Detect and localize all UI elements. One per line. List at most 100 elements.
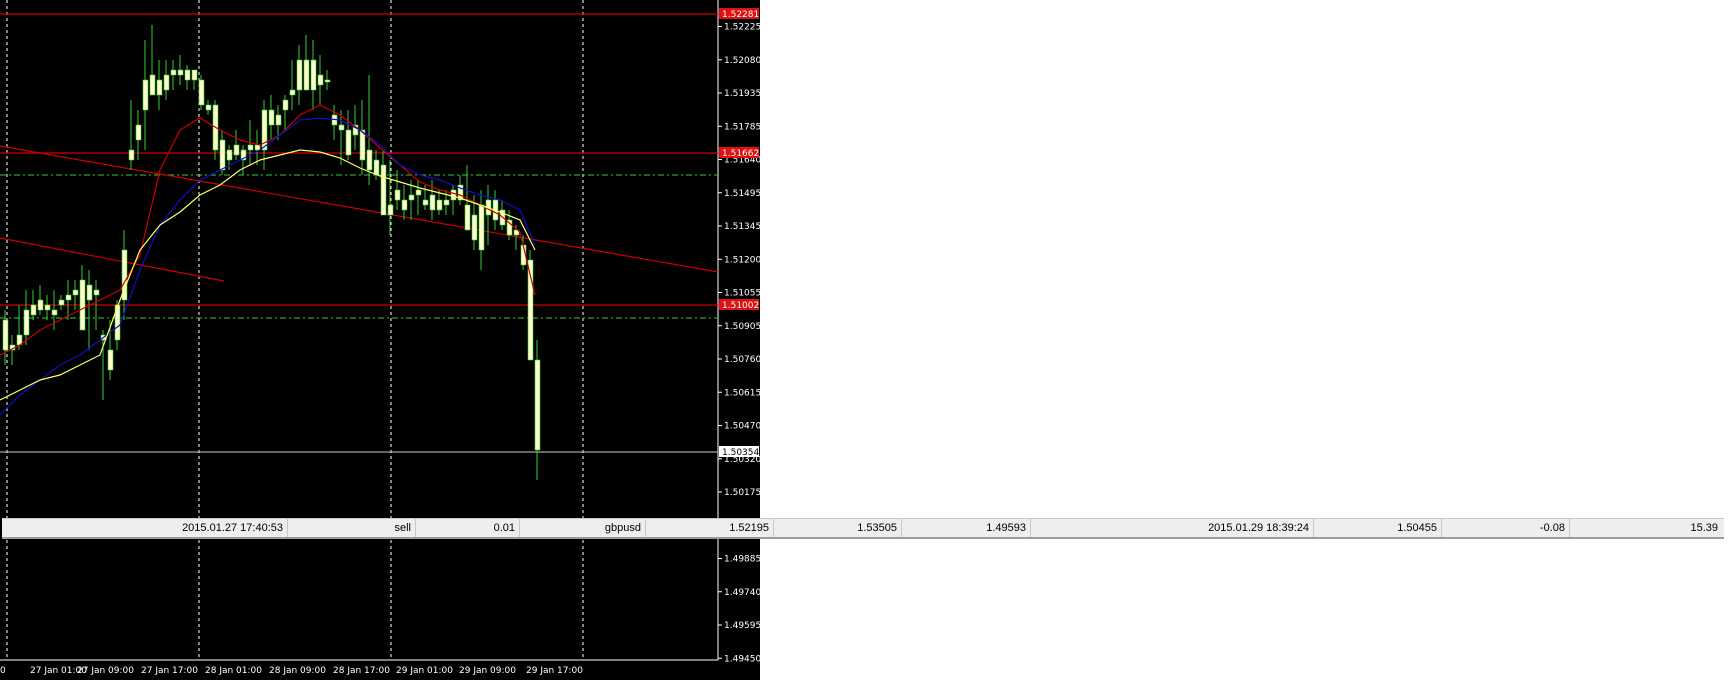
candle-body	[142, 79, 149, 111]
price-label: 1.51785	[724, 122, 760, 132]
price-label: 1.49450	[724, 654, 760, 664]
candle-body	[156, 79, 163, 96]
close-price-cell: 1.50455	[1314, 519, 1442, 537]
candle-body	[184, 69, 191, 81]
candle-body	[226, 149, 233, 161]
symbol-cell: gbpusd	[520, 519, 646, 537]
time-label: 0	[0, 666, 6, 676]
candle-body	[198, 79, 205, 106]
chart-background	[0, 0, 760, 680]
candle-body	[37, 299, 44, 311]
candle-body	[296, 59, 303, 91]
candle-body	[268, 109, 275, 126]
candle-body	[471, 214, 478, 241]
price-label: 1.51055	[724, 289, 760, 299]
candle-body	[415, 189, 422, 196]
price-label: 1.51200	[724, 255, 760, 265]
price-label: 1.50615	[724, 388, 760, 398]
candle-body	[436, 199, 443, 211]
candle-body	[93, 289, 100, 296]
candle-body	[107, 349, 114, 371]
candle-body	[2, 319, 9, 351]
candle-body	[30, 304, 37, 316]
profit-cell: 15.39	[1690, 522, 1718, 534]
size-cell: 0.01	[416, 519, 520, 537]
candle-body	[408, 194, 415, 201]
candle-body	[289, 89, 296, 96]
candle-body	[191, 69, 198, 81]
price-label: 1.49740	[724, 588, 760, 598]
candle-body	[387, 204, 394, 216]
candle-body	[429, 194, 436, 211]
time-label: 28 Jan 17:00	[333, 666, 390, 676]
candle-body	[86, 284, 93, 301]
time-label: 29 Jan 09:00	[459, 666, 516, 676]
price-tag-bid: 1.50354	[722, 448, 759, 458]
candle-body	[247, 144, 254, 151]
time-label: 28 Jan 01:00	[205, 666, 262, 676]
commission-cell: -0.08	[1442, 519, 1570, 537]
time-label: 27 Jan 09:00	[77, 666, 134, 676]
candle-body	[128, 149, 135, 161]
candle-body	[170, 69, 177, 76]
chart-canvas[interactable]: 1.522251.520801.519351.517851.516401.514…	[0, 0, 760, 680]
price-label: 1.49595	[724, 621, 760, 631]
candle-body	[422, 199, 429, 206]
price-label: 1.52080	[724, 56, 760, 66]
candle-body	[345, 129, 352, 156]
candle-body	[373, 159, 380, 176]
candle-body	[394, 189, 401, 201]
time-label: 29 Jan 17:00	[526, 666, 583, 676]
candle-body	[79, 279, 86, 331]
time-label: 28 Jan 09:00	[269, 666, 326, 676]
trade-history-row[interactable]: 2015.01.27 17:40:53 sell 0.01 gbpusd 1.5…	[2, 518, 1724, 539]
price-label: 1.50470	[724, 422, 760, 432]
candle-body	[464, 204, 471, 231]
candle-body	[233, 144, 240, 156]
candle-body	[149, 74, 156, 96]
price-label: 1.50760	[724, 355, 760, 365]
price-tag-mid: 1.51662	[722, 149, 759, 159]
open-price-cell: 1.52195	[646, 519, 774, 537]
price-label: 1.50175	[724, 488, 760, 498]
candle-body	[72, 289, 79, 296]
candle-body	[23, 309, 30, 336]
time-label: 29 Jan 01:00	[396, 666, 453, 676]
candle-body	[380, 164, 387, 216]
candle-body	[44, 304, 51, 311]
candle-body	[534, 359, 541, 451]
price-tag-top: 1.52281	[722, 10, 759, 20]
candle-body	[135, 124, 142, 141]
time-label: 27 Jan 17:00	[141, 666, 198, 676]
candle-body	[310, 59, 317, 91]
candle-body	[58, 299, 65, 306]
candle-body	[65, 294, 72, 301]
close-time-cell: 2015.01.29 18:39:24	[1031, 519, 1314, 537]
take-profit-cell: 1.49593	[902, 519, 1031, 537]
candle-body	[205, 104, 212, 111]
candle-body	[163, 74, 170, 91]
price-label: 1.50905	[724, 322, 760, 332]
price-label: 1.51345	[724, 222, 760, 232]
type-cell: sell	[288, 519, 416, 537]
candle-body	[51, 309, 58, 316]
price-label: 1.49885	[724, 555, 760, 565]
candle-body	[317, 74, 324, 86]
candle-body	[478, 204, 485, 251]
candle-body	[366, 149, 373, 171]
open-time-cell: 2015.01.27 17:40:53	[2, 519, 288, 537]
price-label: 1.52225	[724, 23, 760, 33]
candle-body	[401, 199, 408, 211]
candle-body	[303, 59, 310, 91]
price-tag-low: 1.51002	[722, 301, 759, 311]
price-chart[interactable]: 1.52225 1.52080 1.51935 1.51785 1.51640 1.514…	[0, 0, 760, 680]
candle-body	[338, 124, 345, 131]
price-label: 1.51935	[724, 89, 760, 99]
candle-body	[282, 99, 289, 111]
candle-body	[443, 199, 450, 206]
candle-body	[450, 189, 457, 201]
candle-body	[324, 79, 331, 83]
candle-body	[177, 69, 184, 76]
candle-body	[254, 144, 261, 151]
candle-body	[275, 114, 282, 126]
